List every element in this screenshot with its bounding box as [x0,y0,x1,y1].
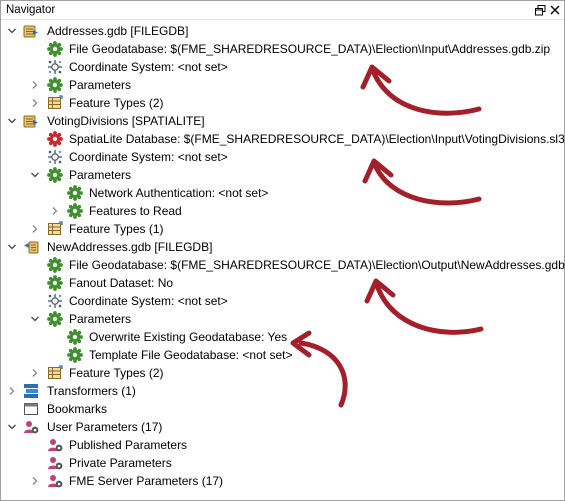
gear-icon [47,167,63,183]
parameters-label: Parameters [69,168,132,182]
writer-label: NewAddresses.gdb [FILEGDB] [47,240,213,254]
coord-label: Coordinate System: <not set> [69,150,228,164]
tree-node-reader-addresses[interactable]: Addresses.gdb [FILEGDB] [1,22,564,40]
gear-icon [47,275,63,291]
tree-node-parameter[interactable]: Overwrite Existing Geodatabase: Yes [1,328,564,346]
dataset-label: SpatiaLite Database: $(FME_SHAREDRESOURC… [69,132,565,146]
tree-node-bookmarks[interactable]: Bookmarks [1,400,564,418]
fanout-label: Fanout Dataset: No [69,276,174,290]
parameter-label: Network Authentication: <not set> [89,186,269,200]
tree-node-dataset[interactable]: SpatiaLite Database: $(FME_SHAREDRESOURC… [1,130,565,148]
tree-node-reader-votingdivisions[interactable]: VotingDivisions [SPATIALITE] [1,112,564,130]
user-parameters-icon [23,419,39,435]
collapse-chevron-icon[interactable] [30,170,40,180]
close-icon[interactable] [548,3,562,17]
collapse-chevron-icon[interactable] [7,242,17,252]
tree-node-parameter[interactable]: Network Authentication: <not set> [1,184,564,202]
published-parameters-icon [47,437,63,453]
feature-types-label: Feature Types (1) [69,222,164,236]
reader-icon [23,23,39,39]
gear-icon [47,311,63,327]
gear-icon [67,329,83,345]
parameter-label: Overwrite Existing Geodatabase: Yes [89,330,288,344]
bookmarks-label: Bookmarks [47,402,108,416]
reader-icon [23,113,39,129]
feature-types-icon [47,95,63,111]
collapse-chevron-icon[interactable] [7,26,17,36]
coord-label: Coordinate System: <not set> [69,294,228,308]
tree-node-parameter[interactable]: Template File Geodatabase: <not set> [1,346,564,364]
feature-types-icon [47,221,63,237]
parameter-label: Features to Read [89,204,182,218]
tree-node-parameters[interactable]: Parameters [1,166,564,184]
tree-node-dataset[interactable]: File Geodatabase: $(FME_SHAREDRESOURCE_D… [1,40,564,58]
reader-label: VotingDivisions [SPATIALITE] [47,114,205,128]
tree-node-private-parameters[interactable]: Private Parameters [1,454,564,472]
tree-node-coordinate-system[interactable]: Coordinate System: <not set> [1,58,564,76]
coordinate-system-icon [47,293,63,309]
gear-icon [47,257,63,273]
tree-node-parameters[interactable]: Parameters [1,310,564,328]
gear-icon [47,41,63,57]
collapse-chevron-icon[interactable] [30,314,40,324]
tree-node-fme-server-parameters[interactable]: FME Server Parameters (17) [1,472,564,490]
gear-warning-icon [47,131,63,147]
writer-icon [23,239,39,255]
transformers-label: Transformers (1) [47,384,136,398]
coordinate-system-icon [47,149,63,165]
parameters-label: Parameters [69,312,132,326]
parameter-label: Template File Geodatabase: <not set> [89,348,293,362]
feature-types-label: Feature Types (2) [69,366,164,380]
parameters-label: Parameters [69,78,132,92]
published-parameters-label: Published Parameters [69,438,188,452]
collapse-chevron-icon[interactable] [7,422,17,432]
user-parameters-label: User Parameters (17) [47,420,163,434]
private-parameters-icon [47,455,63,471]
restore-window-icon[interactable] [533,3,547,17]
tree-node-feature-types[interactable]: Feature Types (2) [1,94,564,112]
expand-chevron-icon[interactable] [30,224,40,234]
private-parameters-label: Private Parameters [69,456,172,470]
tree-node-transformers[interactable]: Transformers (1) [1,382,564,400]
panel-title: Navigator [6,4,56,16]
tree-node-coordinate-system[interactable]: Coordinate System: <not set> [1,148,564,166]
fme-server-parameters-label: FME Server Parameters (17) [69,474,224,488]
feature-types-label: Feature Types (2) [69,96,164,110]
tree-node-published-parameters[interactable]: Published Parameters [1,436,564,454]
tree-node-feature-types[interactable]: Feature Types (1) [1,220,564,238]
feature-types-icon [47,365,63,381]
gear-icon [47,77,63,93]
coordinate-system-icon [47,59,63,75]
gear-icon [67,347,83,363]
expand-chevron-icon[interactable] [30,368,40,378]
tree-node-user-parameters[interactable]: User Parameters (17) [1,418,564,436]
tree-node-coordinate-system[interactable]: Coordinate System: <not set> [1,292,564,310]
expand-chevron-icon[interactable] [30,80,40,90]
bookmarks-icon [23,401,39,417]
tree-node-dataset[interactable]: File Geodatabase: $(FME_SHAREDRESOURCE_D… [1,256,565,274]
navigator-panel: Navigator Addresses.gdb [FILEGDB] File G… [0,0,565,501]
dataset-label: File Geodatabase: $(FME_SHAREDRESOURCE_D… [69,42,551,56]
tree-node-parameter[interactable]: Features to Read [1,202,564,220]
panel-titlebar: Navigator [1,1,564,20]
gear-icon [67,185,83,201]
tree-node-fanout[interactable]: Fanout Dataset: No [1,274,564,292]
fme-server-parameters-icon [47,473,63,489]
tree-node-parameters[interactable]: Parameters [1,76,564,94]
expand-chevron-icon[interactable] [50,206,60,216]
tree-node-writer-newaddresses[interactable]: NewAddresses.gdb [FILEGDB] [1,238,564,256]
tree-node-feature-types[interactable]: Feature Types (2) [1,364,564,382]
expand-chevron-icon[interactable] [30,98,40,108]
expand-chevron-icon[interactable] [7,386,17,396]
navigator-tree: Addresses.gdb [FILEGDB] File Geodatabase… [1,20,565,500]
collapse-chevron-icon[interactable] [7,116,17,126]
coord-label: Coordinate System: <not set> [69,60,228,74]
expand-chevron-icon[interactable] [30,476,40,486]
reader-label: Addresses.gdb [FILEGDB] [47,24,189,38]
dataset-label: File Geodatabase: $(FME_SHAREDRESOURCE_D… [69,258,565,272]
gear-icon [67,203,83,219]
transformers-icon [23,383,39,399]
